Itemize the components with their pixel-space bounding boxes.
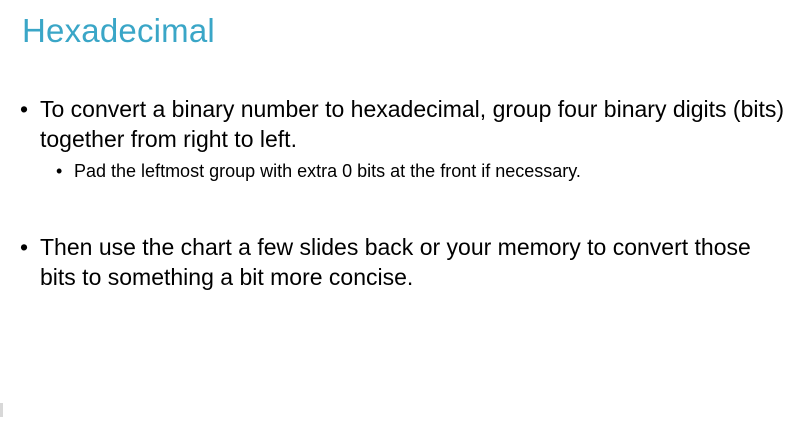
slide-edge-mark bbox=[0, 403, 3, 417]
slide: Hexadecimal • To convert a binary number… bbox=[0, 0, 806, 423]
bullet-1-text: To convert a binary number to hexadecima… bbox=[40, 96, 785, 152]
slide-title: Hexadecimal bbox=[22, 12, 215, 49]
bullet-2: • Then use the chart a few slides back o… bbox=[20, 232, 790, 292]
sub-bullet-1: • Pad the leftmost group with extra 0 bi… bbox=[56, 158, 790, 184]
sub-bullet-1-text: Pad the leftmost group with extra 0 bits… bbox=[74, 161, 581, 181]
bullet-2-text: Then use the chart a few slides back or … bbox=[40, 234, 751, 290]
bullet-1-marker: • bbox=[20, 96, 29, 122]
slide-body: • To convert a binary number to hexadeci… bbox=[20, 94, 790, 292]
sub-bullet-1-marker: • bbox=[56, 161, 63, 181]
bullet-spacer bbox=[20, 184, 790, 232]
bullet-1: • To convert a binary number to hexadeci… bbox=[20, 94, 790, 154]
bullet-2-marker: • bbox=[20, 234, 29, 260]
